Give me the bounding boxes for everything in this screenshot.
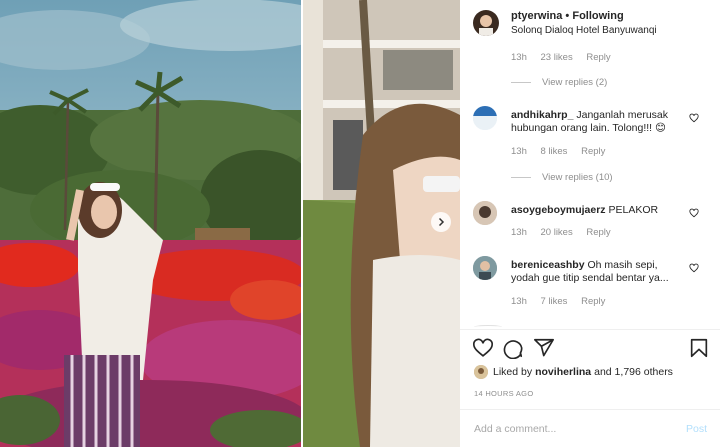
composer-divider bbox=[460, 409, 720, 410]
commenter-avatar[interactable] bbox=[473, 106, 497, 130]
reply-button[interactable]: Reply bbox=[586, 52, 610, 63]
comment-likes-count[interactable]: 20 likes bbox=[541, 227, 573, 238]
liker-username[interactable]: noviherlina bbox=[535, 366, 591, 378]
post-header: ptyerwina • Following Solonq Dialoq Hote… bbox=[460, 0, 720, 46]
following-button[interactable]: Following bbox=[572, 10, 623, 22]
view-replies-line bbox=[511, 176, 531, 178]
view-replies-label: View replies (10) bbox=[542, 172, 613, 183]
next-photo-button[interactable] bbox=[431, 212, 451, 232]
comment-text: andhikahrp_ Janganlah merusak hubungan o… bbox=[511, 109, 686, 135]
view-replies-line bbox=[511, 81, 531, 83]
header-separator: • bbox=[565, 10, 570, 22]
post-timestamp[interactable]: 14 HOURS AGO bbox=[474, 389, 533, 398]
commenter-username[interactable]: asoygeboymujaerz bbox=[511, 204, 606, 216]
comment-text: asoygeboymujaerz PELAKOR bbox=[511, 204, 686, 217]
comment-time: 13h bbox=[511, 52, 527, 63]
likes-others[interactable]: and 1,796 others bbox=[594, 366, 673, 378]
post-location[interactable]: Solonq Dialoq Hotel Banyuwanqi bbox=[511, 25, 657, 36]
comment-time: 13h bbox=[511, 227, 527, 238]
reply-button[interactable]: Reply bbox=[581, 146, 605, 157]
comment-meta: 13h 23 likes Reply bbox=[511, 52, 622, 63]
commenter-username[interactable]: andhikahrp_ bbox=[511, 109, 573, 121]
comment-icon[interactable] bbox=[502, 337, 524, 359]
comment-meta: 13h 7 likes Reply bbox=[511, 296, 616, 307]
commenter-avatar[interactable] bbox=[473, 256, 497, 280]
share-icon[interactable] bbox=[533, 337, 555, 359]
post-comment-button[interactable]: Post bbox=[686, 423, 707, 435]
comment-likes-count[interactable]: 8 likes bbox=[541, 146, 568, 157]
comment-body: PELAKOR bbox=[608, 204, 659, 216]
smile-emoji: 😊 bbox=[655, 122, 666, 134]
add-comment-input[interactable]: Add a comment... bbox=[474, 423, 556, 435]
likes-summary: Liked by noviherlina and 1,796 others bbox=[474, 365, 673, 379]
comment-meta: 13h 8 likes Reply bbox=[511, 146, 616, 157]
comment-time: 13h bbox=[511, 296, 527, 307]
header-user-line: ptyerwina • Following bbox=[511, 10, 624, 22]
comment-meta: 13h 20 likes Reply bbox=[511, 227, 622, 238]
like-comment-heart-icon[interactable] bbox=[689, 208, 699, 218]
comment-likes-count[interactable]: 23 likes bbox=[541, 52, 573, 63]
like-comment-heart-icon[interactable] bbox=[689, 113, 699, 123]
view-replies-button[interactable]: View replies (10) bbox=[511, 172, 613, 183]
commenter-avatar[interactable] bbox=[473, 201, 497, 225]
comment-text: bereniceashby Oh masih sepi, yodah gue t… bbox=[511, 259, 686, 285]
comment-time: 13h bbox=[511, 146, 527, 157]
post-photo-garden bbox=[0, 0, 301, 447]
author-avatar[interactable] bbox=[473, 10, 499, 36]
view-replies-button[interactable]: View replies (2) bbox=[511, 77, 607, 88]
liker-avatar[interactable] bbox=[474, 365, 488, 379]
reply-button[interactable]: Reply bbox=[586, 227, 610, 238]
like-comment-heart-icon[interactable] bbox=[689, 263, 699, 273]
actions-divider bbox=[460, 329, 720, 330]
comment-likes-count[interactable]: 7 likes bbox=[541, 296, 568, 307]
bookmark-icon[interactable] bbox=[688, 337, 710, 359]
chevron-right-icon bbox=[438, 217, 445, 227]
heart-icon[interactable] bbox=[472, 337, 494, 359]
reply-button[interactable]: Reply bbox=[581, 296, 605, 307]
likes-prefix: Liked by bbox=[493, 366, 533, 378]
author-username[interactable]: ptyerwina bbox=[511, 10, 562, 22]
view-replies-label: View replies (2) bbox=[542, 77, 608, 88]
post-side-panel: ptyerwina • Following Solonq Dialoq Hote… bbox=[460, 0, 720, 447]
commenter-username[interactable]: bereniceashby bbox=[511, 259, 585, 271]
post-media[interactable] bbox=[0, 0, 460, 447]
